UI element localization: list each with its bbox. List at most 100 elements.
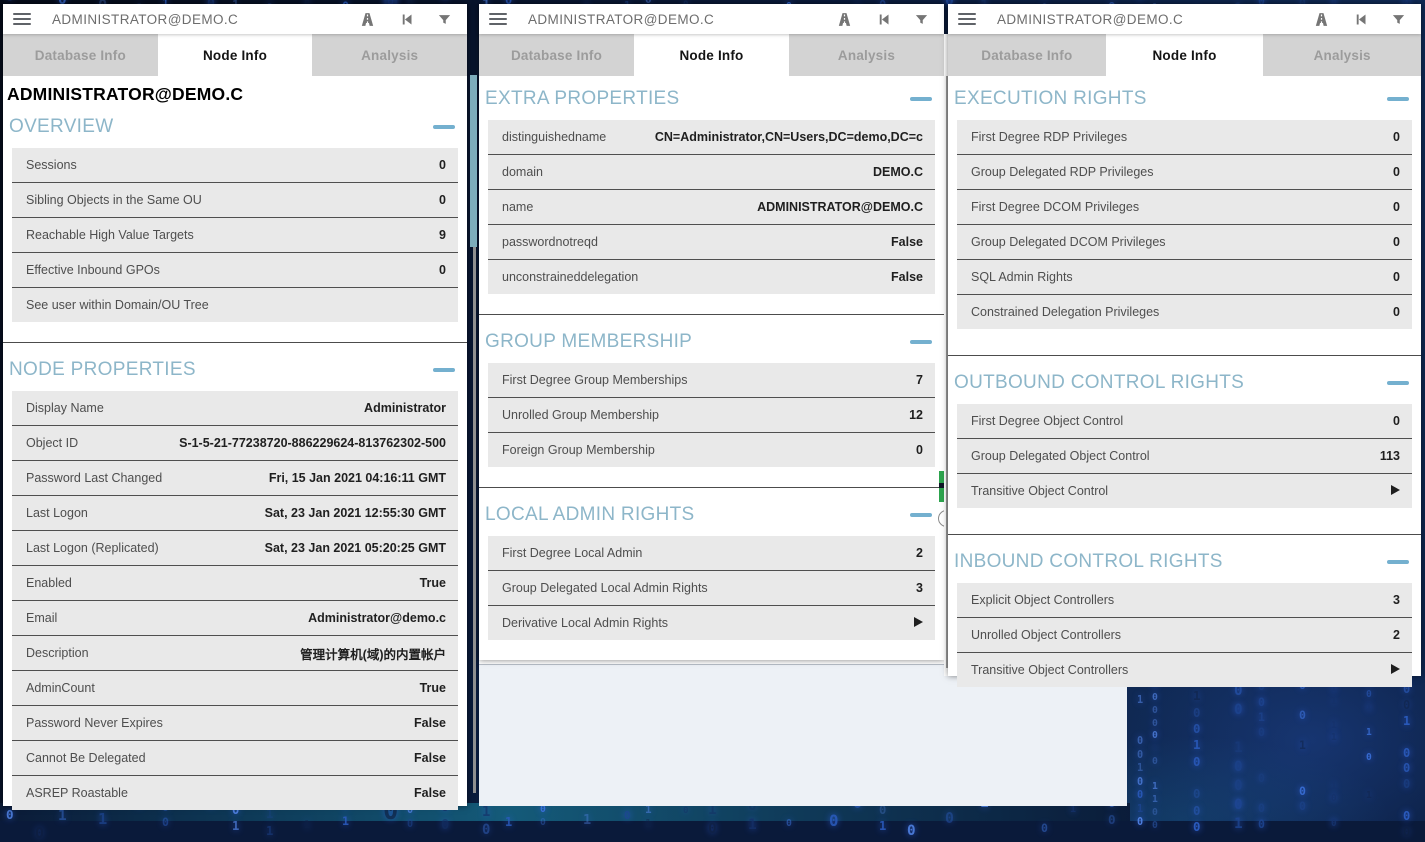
menu-icon[interactable] (489, 13, 507, 25)
info-row[interactable]: Password Last ChangedFri, 15 Jan 2021 04… (12, 461, 458, 496)
collapse-icon[interactable] (910, 97, 932, 101)
expand-arrow-icon[interactable] (1391, 485, 1400, 495)
node-info-content: EXTRA PROPERTIES distinguishednameCN=Adm… (479, 76, 944, 660)
info-row[interactable]: Description管理计算机(域)的内置帐户 (12, 636, 458, 671)
info-row[interactable]: Transitive Object Controllers (957, 653, 1412, 687)
section-title: GROUP MEMBERSHIP (485, 331, 692, 353)
collapse-icon[interactable] (1387, 97, 1409, 101)
filter-icon[interactable] (914, 12, 929, 27)
collapse-icon[interactable] (433, 125, 455, 129)
info-row[interactable]: First Degree Local Admin2 (488, 536, 935, 571)
info-row[interactable]: Group Delegated RDP Privileges0 (957, 155, 1412, 190)
scrollbar-track[interactable] (473, 247, 476, 793)
tab-bar: Database Info Node Info Analysis (3, 34, 467, 76)
info-row[interactable]: Foreign Group Membership0 (488, 433, 935, 467)
search-node-title[interactable]: ADMINISTRATOR@DEMO.C (52, 12, 359, 27)
info-row[interactable]: EmailAdministrator@demo.c (12, 601, 458, 636)
titlebar-actions (1313, 11, 1406, 28)
info-row[interactable]: Transitive Object Control (957, 474, 1412, 508)
info-row[interactable]: AdminCountTrue (12, 671, 458, 706)
back-icon[interactable] (1353, 12, 1368, 27)
tab-node-info[interactable]: Node Info (158, 34, 313, 76)
section-extra-properties: EXTRA PROPERTIES distinguishednameCN=Adm… (479, 76, 944, 314)
tab-node-info[interactable]: Node Info (634, 34, 789, 76)
pathfinding-icon[interactable] (836, 11, 853, 28)
info-row[interactable]: First Degree Group Memberships7 (488, 363, 935, 398)
info-row[interactable]: First Degree Object Control0 (957, 404, 1412, 439)
section-group-membership: GROUP MEMBERSHIP First Degree Group Memb… (479, 314, 944, 487)
collapse-icon[interactable] (910, 340, 932, 344)
info-row[interactable]: Effective Inbound GPOs0 (12, 253, 458, 288)
info-row[interactable]: Reachable High Value Targets9 (12, 218, 458, 253)
info-row[interactable]: Sibling Objects in the Same OU0 (12, 183, 458, 218)
info-row[interactable]: Display NameAdministrator (12, 391, 458, 426)
info-row[interactable]: nameADMINISTRATOR@DEMO.C (488, 190, 935, 225)
collapse-icon[interactable] (910, 513, 932, 517)
info-row[interactable]: See user within Domain/OU Tree (12, 288, 458, 322)
info-row[interactable]: Unrolled Group Membership12 (488, 398, 935, 433)
info-row[interactable]: First Degree RDP Privileges0 (957, 120, 1412, 155)
bloodhound-window-3: ADMINISTRATOR@DEMO.C Database Info Node … (948, 4, 1421, 676)
info-row[interactable]: domainDEMO.C (488, 155, 935, 190)
expand-arrow-icon[interactable] (914, 617, 923, 627)
info-row[interactable]: Sessions0 (12, 148, 458, 183)
section-overview: OVERVIEW Sessions0 Sibling Objects in th… (3, 104, 467, 342)
info-row[interactable]: EnabledTrue (12, 566, 458, 601)
tab-database-info[interactable]: Database Info (479, 34, 634, 76)
info-row[interactable]: Cannot Be DelegatedFalse (12, 741, 458, 776)
info-row[interactable]: Group Delegated Local Admin Rights3 (488, 571, 935, 606)
tab-database-info[interactable]: Database Info (948, 34, 1106, 76)
tab-database-info[interactable]: Database Info (3, 34, 158, 76)
bloodhound-window-1: ADMINISTRATOR@DEMO.C Database Info Node … (3, 4, 467, 806)
back-icon[interactable] (876, 12, 891, 27)
collapse-icon[interactable] (1387, 381, 1409, 385)
info-row[interactable]: Explicit Object Controllers3 (957, 583, 1412, 618)
expand-arrow-icon[interactable] (1391, 664, 1400, 674)
window-titlebar: ADMINISTRATOR@DEMO.C (479, 4, 944, 34)
section-title: OUTBOUND CONTROL RIGHTS (954, 372, 1244, 394)
info-row[interactable]: passwordnotreqdFalse (488, 225, 935, 260)
info-row[interactable]: Unrolled Object Controllers2 (957, 618, 1412, 653)
pathfinding-icon[interactable] (1313, 11, 1330, 28)
info-row[interactable]: unconstraineddelegationFalse (488, 260, 935, 294)
node-info-content: ADMINISTRATOR@DEMO.C OVERVIEW Sessions0 … (3, 84, 467, 830)
filter-icon[interactable] (1391, 12, 1406, 27)
info-row[interactable]: Group Delegated Object Control113 (957, 439, 1412, 474)
section-title: INBOUND CONTROL RIGHTS (954, 551, 1223, 573)
info-row[interactable]: Derivative Local Admin Rights (488, 606, 935, 640)
info-row[interactable]: Constrained Delegation Privileges0 (957, 295, 1412, 329)
info-row[interactable]: First Degree DCOM Privileges0 (957, 190, 1412, 225)
pathfinding-icon[interactable] (359, 11, 376, 28)
section-node-properties: NODE PROPERTIES Display NameAdministrato… (3, 342, 467, 830)
section-title: LOCAL ADMIN RIGHTS (485, 504, 695, 526)
info-row[interactable]: Object IDS-1-5-21-77238720-886229624-813… (12, 426, 458, 461)
scrollbar-thumb[interactable] (470, 75, 477, 247)
section-title: EXTRA PROPERTIES (485, 88, 680, 110)
section-inbound-control-rights: INBOUND CONTROL RIGHTS Explicit Object C… (948, 534, 1421, 713)
info-row[interactable]: Group Delegated DCOM Privileges0 (957, 225, 1412, 260)
info-row[interactable]: Password Never ExpiresFalse (12, 706, 458, 741)
search-node-title[interactable]: ADMINISTRATOR@DEMO.C (997, 12, 1313, 27)
tab-analysis[interactable]: Analysis (789, 34, 944, 76)
titlebar-actions (836, 11, 929, 28)
search-node-title[interactable]: ADMINISTRATOR@DEMO.C (528, 12, 836, 27)
titlebar-actions (359, 11, 452, 28)
menu-icon[interactable] (958, 13, 976, 25)
collapse-icon[interactable] (433, 368, 455, 372)
node-name-heading: ADMINISTRATOR@DEMO.C (7, 84, 463, 104)
info-row[interactable]: ASREP RoastableFalse (12, 776, 458, 810)
info-row[interactable]: Last Logon (Replicated)Sat, 23 Jan 2021 … (12, 531, 458, 566)
tab-analysis[interactable]: Analysis (312, 34, 467, 76)
tab-bar: Database Info Node Info Analysis (948, 34, 1421, 76)
section-title: NODE PROPERTIES (9, 359, 196, 381)
tab-analysis[interactable]: Analysis (1263, 34, 1421, 76)
tab-node-info[interactable]: Node Info (1106, 34, 1264, 76)
info-row[interactable]: SQL Admin Rights0 (957, 260, 1412, 295)
info-row[interactable]: distinguishednameCN=Administrator,CN=Use… (488, 120, 935, 155)
section-title: EXECUTION RIGHTS (954, 88, 1147, 110)
back-icon[interactable] (399, 12, 414, 27)
info-row[interactable]: Last LogonSat, 23 Jan 2021 12:55:30 GMT (12, 496, 458, 531)
menu-icon[interactable] (13, 13, 31, 25)
collapse-icon[interactable] (1387, 560, 1409, 564)
filter-icon[interactable] (437, 12, 452, 27)
